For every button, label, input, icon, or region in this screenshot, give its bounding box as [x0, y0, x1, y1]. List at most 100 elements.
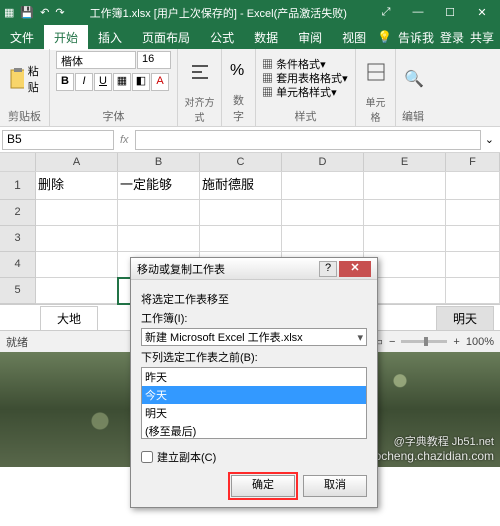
list-item[interactable]: 昨天 [142, 368, 366, 386]
list-item-selected[interactable]: 今天 [142, 386, 366, 404]
cond-format-button[interactable]: ▦ 条件格式▾ [262, 58, 348, 72]
italic-button[interactable]: I [75, 73, 93, 91]
col-header[interactable]: B [118, 153, 200, 171]
workbook-select[interactable]: 新建 Microsoft Excel 工作表.xlsx [141, 328, 367, 346]
font-color-button[interactable]: A [151, 73, 169, 91]
fill-color-button[interactable]: ◧ [132, 73, 150, 91]
cell[interactable] [446, 226, 500, 252]
ok-button[interactable]: 确定 [231, 475, 295, 497]
border-button[interactable]: ▦ [113, 73, 131, 91]
table-format-button[interactable]: ▦ 套用表格格式▾ [262, 72, 348, 86]
undo-icon[interactable]: ↶ [40, 6, 49, 19]
formula-input[interactable] [135, 130, 481, 150]
col-header[interactable]: C [200, 153, 282, 171]
tab-home[interactable]: 开始 [44, 25, 88, 50]
ribbon-options-icon[interactable]: ⤢ [372, 6, 400, 19]
formula-expand-icon[interactable]: ⌄ [481, 133, 498, 146]
cell[interactable] [36, 252, 118, 278]
cell[interactable] [200, 226, 282, 252]
cancel-button[interactable]: 取消 [303, 475, 367, 497]
cell[interactable] [118, 200, 200, 226]
close-icon[interactable]: ✕ [468, 6, 496, 19]
group-align-label: 对齐方式 [184, 93, 215, 124]
zoom-slider[interactable] [401, 340, 447, 343]
zoom-in-icon[interactable]: + [453, 336, 459, 348]
paste-icon [8, 67, 24, 91]
list-item[interactable]: (移至最后) [142, 422, 366, 439]
cell[interactable] [364, 172, 446, 200]
tab-file[interactable]: 文件 [0, 25, 44, 50]
login-link[interactable]: 登录 [440, 29, 464, 46]
save-icon[interactable]: 💾 [20, 6, 34, 19]
cell[interactable] [282, 172, 364, 200]
cell[interactable] [364, 200, 446, 226]
cell[interactable] [36, 278, 118, 304]
formula-bar: B5 fx ⌄ [0, 127, 500, 153]
row-header[interactable]: 4 [0, 252, 36, 278]
cell[interactable] [36, 200, 118, 226]
cell[interactable] [446, 252, 500, 278]
dialog-close-button[interactable]: ✕ [339, 261, 371, 277]
tab-formulas[interactable]: 公式 [200, 25, 244, 50]
cell[interactable] [118, 226, 200, 252]
fx-icon[interactable]: fx [114, 134, 135, 146]
col-header[interactable]: A [36, 153, 118, 171]
cell[interactable] [200, 200, 282, 226]
cell[interactable] [282, 200, 364, 226]
zoom-out-icon[interactable]: − [389, 336, 395, 348]
cell[interactable] [36, 226, 118, 252]
ribbon: 粘贴 剪贴板 楷体 16 B I U ▦ ◧ A 字体 对齐方式 % [0, 49, 500, 127]
row-header[interactable]: 1 [0, 172, 36, 200]
col-header[interactable]: F [446, 153, 500, 171]
alignment-button[interactable] [184, 51, 215, 93]
font-name-select[interactable]: 楷体 [56, 51, 136, 69]
dialog-title: 移动或复制工作表 [137, 261, 319, 277]
tab-layout[interactable]: 页面布局 [132, 25, 200, 50]
minimize-icon[interactable]: — [404, 6, 432, 19]
zoom-level[interactable]: 100% [466, 336, 494, 348]
col-header[interactable]: D [282, 153, 364, 171]
dialog-help-button[interactable]: ? [319, 261, 337, 277]
col-header[interactable]: E [364, 153, 446, 171]
row-header[interactable]: 5 [0, 278, 36, 304]
cell[interactable]: 删除 [36, 172, 118, 200]
create-copy-checkbox[interactable] [141, 451, 153, 463]
underline-button[interactable]: U [94, 73, 112, 91]
number-format-button[interactable]: % [228, 51, 249, 91]
align-icon [190, 62, 210, 82]
redo-icon[interactable]: ↷ [55, 6, 64, 19]
select-all-corner[interactable] [0, 153, 36, 171]
maximize-icon[interactable]: ☐ [436, 6, 464, 19]
cell[interactable]: 施耐德服 [200, 172, 282, 200]
list-item[interactable]: 明天 [142, 404, 366, 422]
paste-button[interactable]: 粘贴 [6, 51, 43, 107]
share-button[interactable]: 共享 [470, 29, 494, 46]
cell[interactable] [446, 172, 500, 200]
moveto-label: 将选定工作表移至 [141, 291, 367, 307]
sheet-list[interactable]: 昨天 今天 明天 (移至最后) [141, 367, 367, 439]
tab-review[interactable]: 审阅 [288, 25, 332, 50]
row-header[interactable]: 2 [0, 200, 36, 226]
sheet-tab[interactable]: 大地 [40, 306, 98, 330]
editing-button[interactable]: 🔍 [402, 51, 424, 107]
tab-insert[interactable]: 插入 [88, 25, 132, 50]
name-box[interactable]: B5 [2, 130, 114, 150]
cell[interactable] [446, 200, 500, 226]
tellme-text[interactable]: 告诉我 [398, 29, 434, 46]
row-header[interactable]: 3 [0, 226, 36, 252]
cell-styles-button[interactable]: ▦ 单元格样式▾ [262, 86, 348, 100]
bold-button[interactable]: B [56, 73, 74, 91]
group-clipboard-label: 剪贴板 [6, 107, 43, 124]
tellme-icon[interactable]: 💡 [377, 30, 392, 44]
cell[interactable]: 一定能够 [118, 172, 200, 200]
font-size-select[interactable]: 16 [137, 51, 171, 69]
tab-view[interactable]: 视图 [332, 25, 376, 50]
cell[interactable] [282, 226, 364, 252]
title-bar: ▦ 💾 ↶ ↷ 工作簿1.xlsx [用户上次保存的] - Excel(产品激活… [0, 0, 500, 25]
cell[interactable] [364, 226, 446, 252]
ribbon-tabs: 文件 开始 插入 页面布局 公式 数据 审阅 视图 💡 告诉我 登录 共享 [0, 25, 500, 49]
cells-button[interactable] [362, 51, 389, 93]
cell[interactable] [446, 278, 500, 304]
sheet-tab[interactable]: 明天 [436, 306, 494, 330]
tab-data[interactable]: 数据 [244, 25, 288, 50]
